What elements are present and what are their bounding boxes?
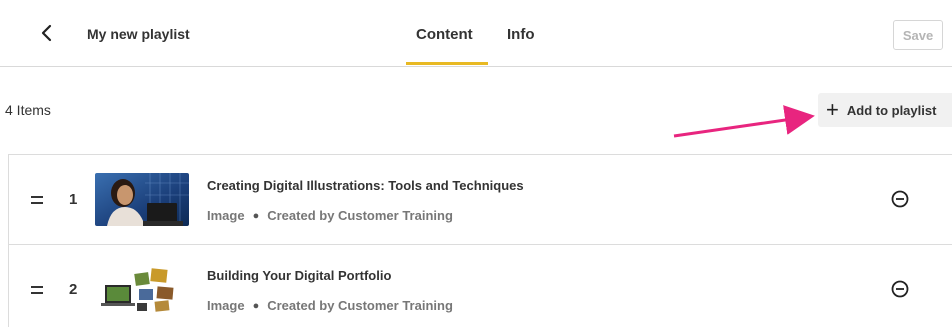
save-button[interactable]: Save bbox=[893, 20, 943, 50]
item-meta: Image ● Created by Customer Training bbox=[207, 208, 453, 223]
active-tab-indicator bbox=[406, 62, 488, 65]
remove-circle-icon[interactable] bbox=[890, 189, 910, 209]
header: My new playlist Content Info Save bbox=[0, 0, 952, 67]
remove-circle-icon[interactable] bbox=[890, 279, 910, 299]
bullet-separator: ● bbox=[252, 300, 260, 312]
list-item[interactable]: 1 Creating Digital Illustrations: Tools … bbox=[9, 155, 952, 245]
playlist-editor: My new playlist Content Info Save 4 Item… bbox=[0, 0, 952, 327]
add-to-playlist-button[interactable]: + Add to playlist bbox=[818, 93, 952, 127]
item-creator: Created by Customer Training bbox=[267, 298, 453, 313]
back-chevron-icon[interactable] bbox=[36, 22, 58, 44]
list-item[interactable]: 2 Building Your Digital Portfolio Image … bbox=[9, 245, 952, 327]
devices-portfolio-thumbnail bbox=[95, 263, 189, 316]
playlist-title: My new playlist bbox=[87, 26, 190, 42]
item-title[interactable]: Building Your Digital Portfolio bbox=[207, 268, 391, 283]
drag-handle-icon[interactable] bbox=[31, 286, 43, 298]
plus-icon: + bbox=[826, 97, 839, 122]
drag-handle-icon[interactable] bbox=[31, 196, 43, 208]
items-count: 4 Items bbox=[5, 102, 51, 118]
woman-at-laptop-thumbnail bbox=[95, 173, 189, 226]
item-meta: Image ● Created by Customer Training bbox=[207, 298, 453, 313]
item-index: 2 bbox=[69, 281, 78, 298]
item-type: Image bbox=[207, 298, 245, 313]
item-title[interactable]: Creating Digital Illustrations: Tools an… bbox=[207, 178, 524, 193]
item-creator: Created by Customer Training bbox=[267, 208, 453, 223]
add-to-playlist-label: Add to playlist bbox=[846, 102, 937, 118]
bullet-separator: ● bbox=[252, 210, 260, 222]
playlist-items-list: 1 Creating Digital Illustrations: Tools … bbox=[8, 154, 952, 327]
item-type: Image bbox=[207, 208, 245, 223]
tab-content[interactable]: Content bbox=[416, 26, 473, 43]
tab-info[interactable]: Info bbox=[507, 26, 535, 43]
item-index: 1 bbox=[69, 191, 78, 208]
